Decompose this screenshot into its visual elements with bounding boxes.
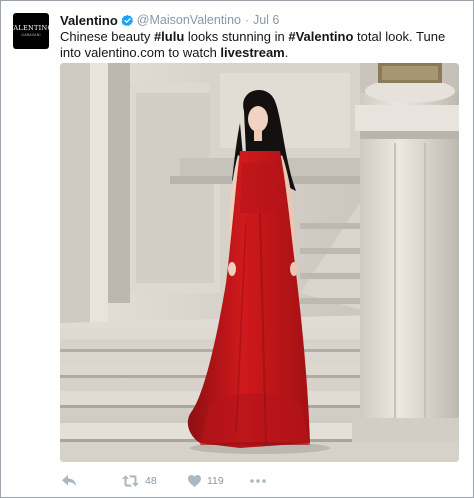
livestream-word: livestream (220, 45, 285, 60)
more-button[interactable] (250, 471, 266, 491)
tweet-text-part: . (284, 45, 289, 60)
retweet-count: 48 (145, 475, 157, 487)
more-dots-icon (250, 479, 266, 483)
avatar-logo-subtext: GARAVANI (21, 33, 41, 37)
author-name[interactable]: Valentino (60, 13, 118, 28)
tweet[interactable]: VALENTINO GARAVANI Valentino @MaisonVale… (9, 11, 463, 491)
header-separator: · (244, 13, 249, 27)
reply-button[interactable] (62, 471, 77, 491)
tweet-card-frame: VALENTINO GARAVANI Valentino @MaisonVale… (0, 0, 474, 498)
reply-icon (62, 475, 77, 487)
tweet-timestamp[interactable]: Jul 6 (253, 13, 279, 27)
heart-icon (188, 475, 201, 487)
tweet-photo[interactable] (60, 63, 459, 462)
tweet-text-part: Chinese beauty (60, 29, 154, 44)
author-handle[interactable]: @MaisonValentino (137, 13, 241, 27)
hashtag-lulu[interactable]: #lulu (154, 29, 184, 44)
photo-woman-red-gown (60, 63, 459, 462)
tweet-text-part: looks stunning in (184, 29, 289, 44)
avatar[interactable]: VALENTINO GARAVANI (9, 13, 53, 49)
verified-badge-icon (121, 14, 134, 27)
like-button[interactable]: 119 (188, 471, 224, 491)
retweet-button[interactable]: 48 (122, 471, 157, 491)
retweet-icon (122, 475, 139, 487)
tweet-actions: 48 119 (60, 471, 463, 491)
hashtag-valentino[interactable]: #Valentino (288, 29, 353, 44)
tweet-header: Valentino @MaisonValentino · Jul 6 (60, 11, 463, 29)
avatar-logo-text: VALENTINO (8, 24, 54, 32)
like-count: 119 (207, 475, 224, 487)
tweet-text: Chinese beauty #lulu looks stunning in #… (60, 29, 463, 61)
tweet-content: Valentino @MaisonValentino · Jul 6 Chine… (60, 11, 463, 462)
